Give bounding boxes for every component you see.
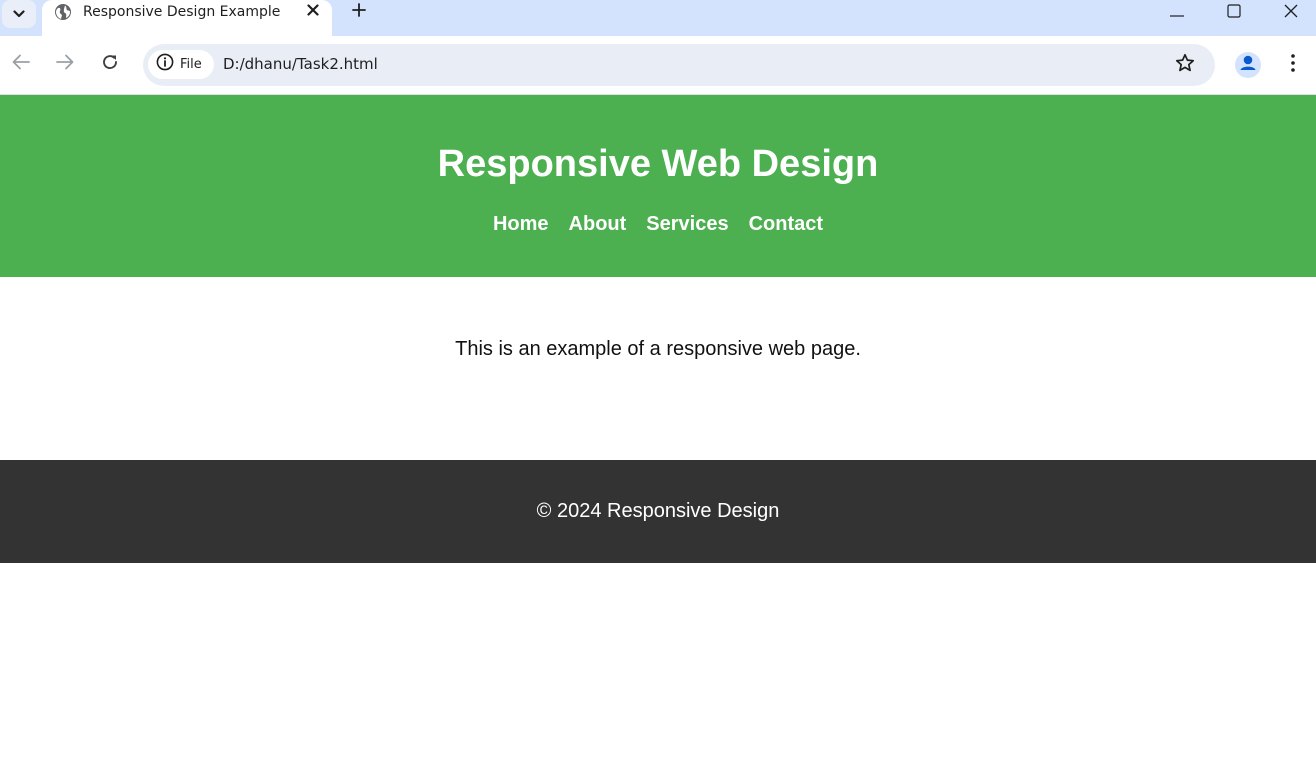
maximize-icon — [1227, 3, 1241, 23]
reload-icon — [101, 53, 119, 76]
arrow-right-icon — [56, 54, 74, 75]
profile-button[interactable] — [1235, 52, 1261, 78]
person-icon — [1235, 52, 1261, 78]
window-maximize-button[interactable] — [1211, 0, 1257, 26]
window-close-button[interactable] — [1268, 0, 1314, 26]
bookmark-button[interactable] — [1173, 53, 1197, 77]
page-title: Responsive Web Design — [437, 143, 879, 185]
globe-icon — [54, 3, 72, 21]
site-nav: Home About Services Contact — [0, 212, 1316, 236]
plus-icon — [352, 2, 366, 22]
new-tab-button[interactable] — [346, 0, 372, 24]
browser-toolbar: File D:/dhanu/Task2.html — [0, 36, 1316, 95]
reload-button[interactable] — [97, 51, 123, 77]
url-text[interactable]: D:/dhanu/Task2.html — [223, 55, 378, 73]
close-icon — [307, 3, 319, 21]
chevron-down-icon — [13, 5, 25, 23]
browser-tab-active[interactable]: Responsive Design Example — [42, 0, 332, 36]
info-icon — [156, 53, 174, 76]
star-icon — [1175, 53, 1195, 78]
browser-menu-button[interactable] — [1281, 53, 1305, 77]
forward-button[interactable] — [52, 51, 78, 77]
minimize-icon — [1170, 4, 1184, 22]
nav-link-contact[interactable]: Contact — [749, 212, 823, 236]
arrow-left-icon — [12, 54, 30, 75]
intro-paragraph: This is an example of a responsive web p… — [455, 338, 861, 360]
nav-link-services[interactable]: Services — [646, 212, 728, 236]
tab-strip: Responsive Design Example — [0, 0, 1316, 36]
site-header: Responsive Web Design Home About Service… — [0, 95, 1316, 277]
tab-title: Responsive Design Example — [83, 4, 281, 20]
page-viewport: Responsive Web Design Home About Service… — [0, 95, 1316, 782]
site-chip-label: File — [180, 57, 202, 72]
tab-close-button[interactable] — [302, 1, 324, 23]
tab-search-button[interactable] — [2, 0, 36, 28]
nav-link-home[interactable]: Home — [493, 212, 549, 236]
window-minimize-button[interactable] — [1154, 0, 1200, 26]
address-bar[interactable]: File D:/dhanu/Task2.html — [143, 44, 1215, 86]
site-footer: © 2024 Responsive Design — [0, 460, 1316, 563]
footer-copyright: © 2024 Responsive Design — [536, 500, 780, 522]
close-icon — [1284, 4, 1298, 23]
back-button[interactable] — [8, 51, 34, 77]
nav-link-about[interactable]: About — [569, 212, 627, 236]
kebab-menu-icon — [1291, 53, 1295, 77]
site-info-chip[interactable]: File — [148, 50, 214, 79]
